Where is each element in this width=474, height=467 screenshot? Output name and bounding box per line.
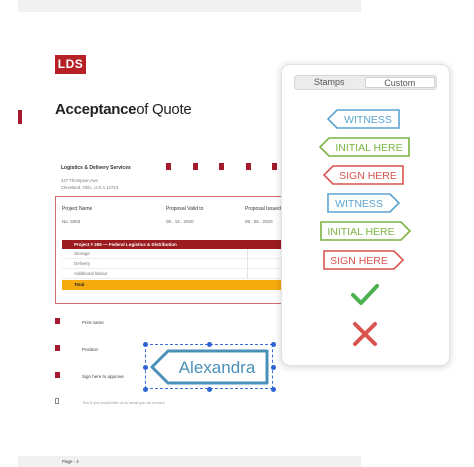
row-label: Delivery [74, 261, 91, 266]
stamp-label: WITNESS [344, 114, 392, 126]
address-line-2: Cleveland, Ohio, U.S.A 12743 [61, 185, 119, 190]
title-bold: Acceptance [55, 101, 137, 118]
column-divider [247, 249, 248, 259]
resize-handle[interactable] [207, 342, 212, 347]
table-row: Delivery [62, 259, 290, 269]
invoice-checkbox[interactable] [55, 398, 59, 404]
company-name: Logistics & Delivery Services [61, 165, 131, 171]
checkmark-stamp-icon[interactable] [350, 283, 380, 307]
project-name-value: No. 8263 [62, 219, 81, 224]
resize-handle[interactable] [271, 342, 276, 347]
cross-stamp-icon[interactable] [351, 320, 379, 348]
stamp-witness-blue-right[interactable]: WITNESS [327, 193, 401, 213]
tab-custom[interactable]: Custom [364, 77, 435, 88]
position-label: Position [82, 347, 99, 352]
stamp-text: Alexandra [179, 358, 256, 377]
section-marker [18, 110, 22, 124]
stamp-sign-here-red-right[interactable]: SIGN HERE [323, 250, 405, 270]
resize-handle[interactable] [207, 387, 212, 392]
header-marker [193, 163, 198, 170]
valid-to-value: 08 . 12 . 2020 [166, 219, 194, 224]
address-line-1: 427 Thompson Ave [61, 178, 98, 183]
check-icon [351, 284, 379, 305]
column-divider [247, 269, 248, 279]
page-number: Page : 4 [62, 459, 79, 464]
resize-handle[interactable] [143, 342, 148, 347]
company-logo: LDS [55, 55, 86, 74]
row-label: Storage [74, 251, 90, 256]
resize-handle[interactable] [143, 365, 148, 370]
title-rest: of Quote [136, 101, 192, 118]
row-label: Additional labour [74, 271, 108, 276]
sign-label: Sign here to approve [82, 374, 124, 379]
project-name-label: Project Name [62, 206, 93, 212]
column-divider [247, 259, 248, 269]
header-marker [246, 163, 251, 170]
resize-handle[interactable] [271, 365, 276, 370]
print-name-label: Print name [82, 320, 104, 325]
stamp-initial-here-green-left[interactable]: INITIAL HERE [319, 137, 411, 157]
stamp-label: INITIAL HERE [335, 142, 402, 154]
close-icon [353, 322, 377, 346]
top-page-edge [18, 0, 361, 12]
field-marker [55, 318, 60, 324]
stamp-label: INITIAL HERE [327, 226, 394, 238]
stamp-initial-here-green-right[interactable]: INITIAL HERE [320, 221, 412, 241]
header-marker [272, 163, 277, 170]
total-row: Total [62, 280, 290, 290]
stamp-label: SIGN HERE [330, 255, 388, 267]
tab-stamps[interactable]: Stamps [295, 76, 364, 89]
stamps-panel: Stamps Custom WITNESS INITIAL HERE SIGN … [281, 64, 450, 366]
header-marker [166, 163, 171, 170]
table-row: Storage [62, 249, 290, 259]
field-marker [55, 372, 60, 378]
stamp-sign-here-red-left[interactable]: SIGN HERE [323, 165, 405, 185]
issued-label: Proposal Issued [245, 206, 281, 212]
valid-to-label: Proposal Valid to [166, 206, 204, 212]
resize-handle[interactable] [143, 387, 148, 392]
table-row: Additional labour [62, 269, 290, 279]
alexandra-signature-stamp[interactable]: Alexandra [150, 349, 270, 385]
stamp-witness-blue-left[interactable]: WITNESS [327, 109, 401, 129]
invoice-hint: Tick if you would like us to send you an… [82, 400, 165, 405]
quote-table: Project Name No. 8263 Proposal Valid to … [55, 196, 295, 304]
header-marker [219, 163, 224, 170]
field-marker [55, 345, 60, 351]
page-title: Acceptanceof Quote [55, 101, 192, 118]
issued-value: 06 . 06 . 2020 [245, 219, 273, 224]
resize-handle[interactable] [271, 387, 276, 392]
stamp-tabs: Stamps Custom [294, 75, 437, 90]
project-title-bar: Project # 265 — Federal Logistics & Dist… [62, 240, 290, 249]
stamp-label: SIGN HERE [339, 170, 397, 182]
stamp-label: WITNESS [335, 198, 383, 210]
